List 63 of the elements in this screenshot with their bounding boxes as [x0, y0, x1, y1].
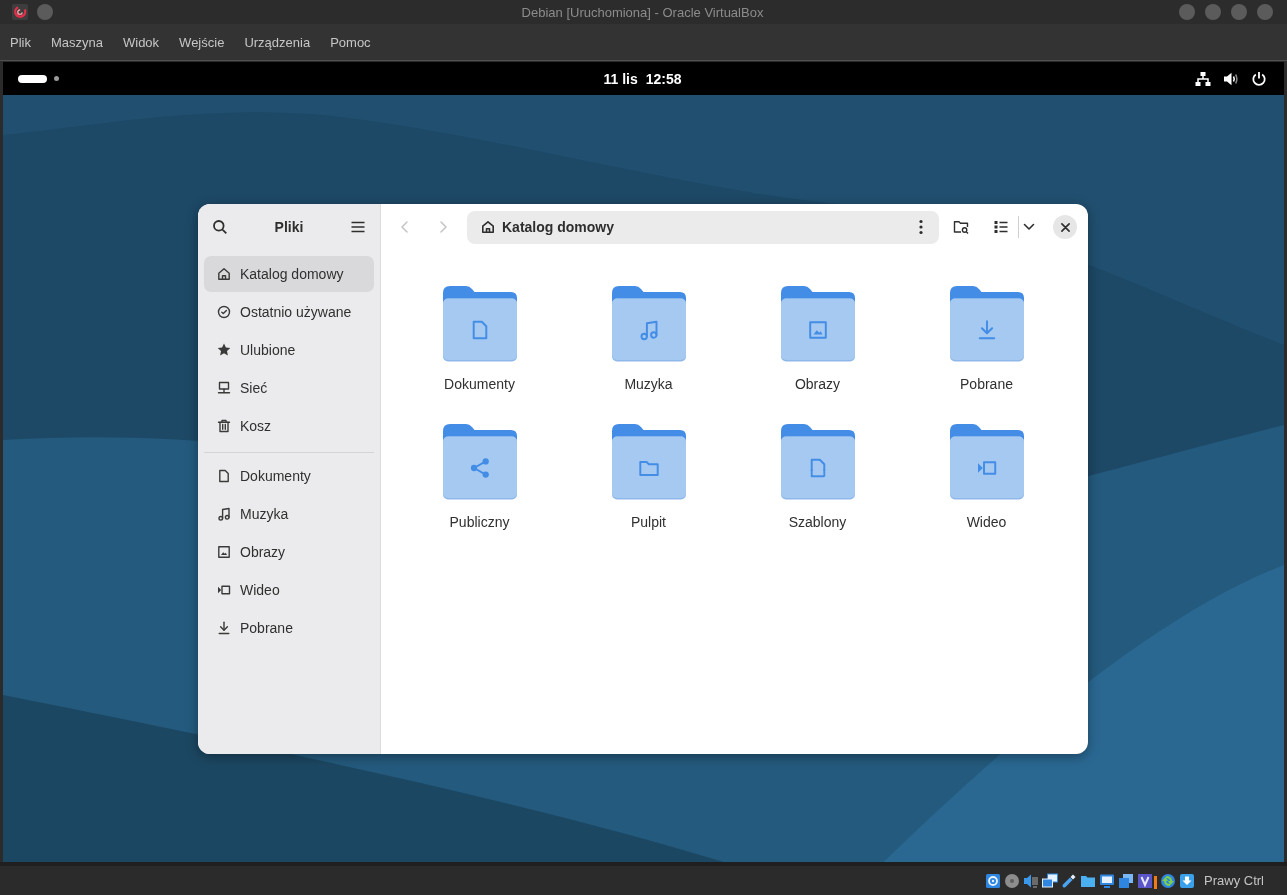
- menu-item[interactable]: Wejście: [169, 30, 235, 54]
- usb-stick-icon[interactable]: [1061, 872, 1078, 889]
- folder-search-icon: [953, 219, 969, 235]
- time-label[interactable]: 12:58: [645, 70, 682, 87]
- kebab-menu-icon: [919, 219, 923, 235]
- monitor-icon: [216, 380, 232, 396]
- folder-item[interactable]: Wideo: [902, 421, 1071, 553]
- list-icon: [993, 219, 1009, 235]
- sidebar-item[interactable]: Kosz: [204, 408, 374, 444]
- sidebar-item[interactable]: Muzyka: [204, 496, 374, 532]
- date-label[interactable]: 11 lis: [603, 70, 638, 87]
- folder-item[interactable]: Obrazy: [733, 283, 902, 415]
- menu-item[interactable]: Maszyna: [40, 30, 113, 54]
- sidebar-item[interactable]: Ulubione: [204, 332, 374, 368]
- chevron-tile-icon[interactable]: [1137, 872, 1154, 889]
- sidebar-item[interactable]: Katalog domowy: [204, 256, 374, 292]
- wired-network-icon[interactable]: [1195, 70, 1211, 87]
- trash-icon: [216, 418, 232, 434]
- sidebar-item[interactable]: Ostatnio używane: [204, 294, 374, 330]
- search-icon: [212, 219, 228, 235]
- close-button[interactable]: [1053, 215, 1077, 239]
- folder-item[interactable]: Muzyka: [564, 283, 733, 415]
- folder-item[interactable]: Pulpit: [564, 421, 733, 553]
- menu-item[interactable]: Urządzenia: [234, 30, 321, 54]
- window-title: Debian [Uruchomiona] - Oracle VirtualBox: [521, 4, 764, 20]
- home-icon: [480, 219, 496, 235]
- download-icon: [216, 620, 232, 636]
- star-icon: [216, 342, 232, 358]
- volume-icon[interactable]: [1223, 70, 1239, 87]
- download-icon[interactable]: [1179, 872, 1196, 889]
- monitor-icon[interactable]: [1099, 872, 1116, 889]
- menu-item[interactable]: Pomoc: [320, 30, 381, 54]
- caret-icon: [1023, 223, 1035, 231]
- path-button[interactable]: Katalog domowy: [480, 213, 614, 241]
- folder-item[interactable]: Publiczny: [395, 421, 564, 553]
- sidebar-item[interactable]: Wideo: [204, 572, 374, 608]
- sidebar-item[interactable]: Sieć: [204, 370, 374, 406]
- menu-item[interactable]: Widok: [113, 30, 170, 54]
- clock-icon: [216, 304, 232, 320]
- app-icon: [12, 4, 28, 20]
- network-icon[interactable]: [1042, 872, 1059, 889]
- windows-icon[interactable]: [1118, 872, 1135, 889]
- workspace-indicator-icon[interactable]: [18, 74, 47, 83]
- folder-item[interactable]: Szablony: [733, 421, 902, 553]
- image-icon: [216, 544, 232, 560]
- menu-icon: [350, 219, 366, 235]
- power-icon[interactable]: [1251, 70, 1267, 87]
- music-note-icon: [216, 506, 232, 522]
- folder-item[interactable]: Dokumenty: [395, 283, 564, 415]
- folder-item[interactable]: Pobrane: [902, 283, 1071, 415]
- home-icon: [216, 266, 232, 282]
- sidebar-item[interactable]: Pobrane: [204, 610, 374, 646]
- sidebar-item[interactable]: Dokumenty: [204, 458, 374, 494]
- optical-disc-icon[interactable]: [1004, 872, 1021, 889]
- host-key-label: Prawy Ctrl: [1204, 873, 1264, 888]
- close-icon: [1060, 222, 1070, 232]
- globe-arrows-icon[interactable]: [1160, 872, 1177, 889]
- app-title: Pliki: [274, 219, 304, 235]
- speaker-icon[interactable]: [1023, 872, 1040, 889]
- menu-item[interactable]: Plik: [0, 30, 41, 54]
- sidebar-item[interactable]: Obrazy: [204, 534, 374, 570]
- workspace-indicator-icon[interactable]: [54, 76, 59, 81]
- document-icon: [216, 468, 232, 484]
